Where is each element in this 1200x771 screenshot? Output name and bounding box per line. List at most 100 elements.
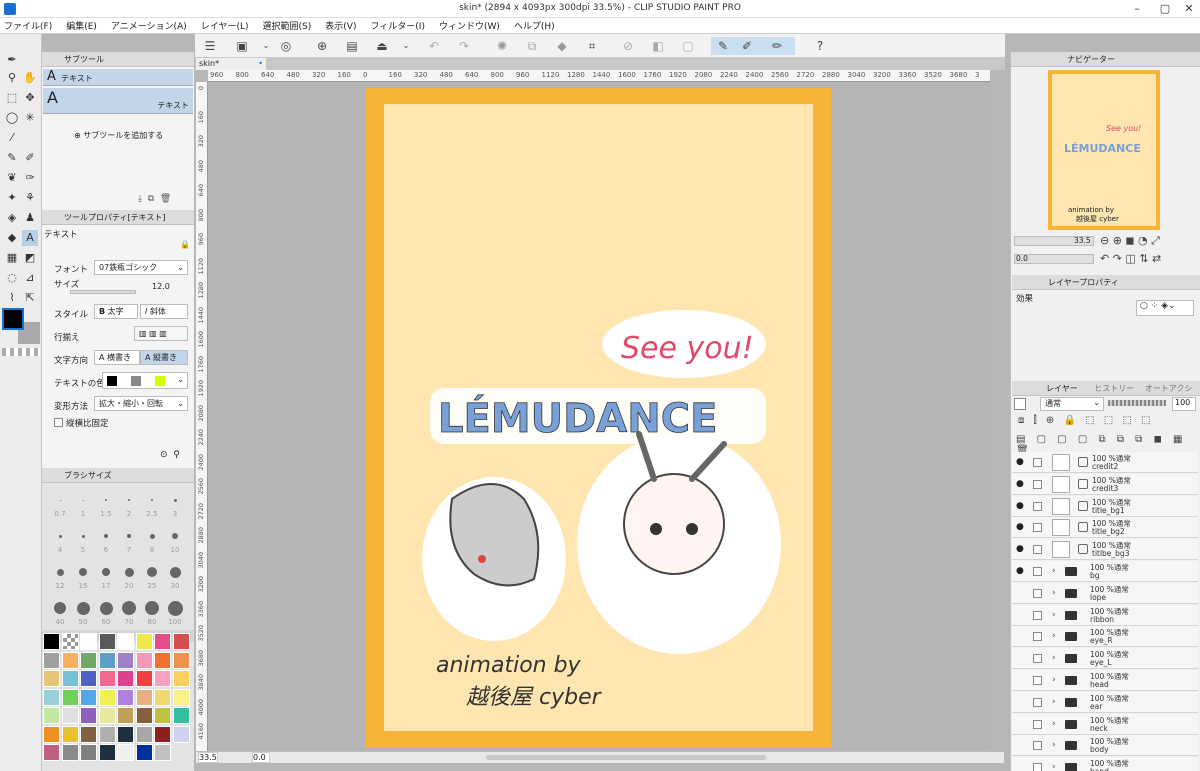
selection-border-icon[interactable]: ▢ [679,37,697,55]
eye-icon[interactable] [1016,719,1026,729]
vertical-text-button[interactable]: A 縦書き [140,350,188,365]
menu-file[interactable]: ファイル(F) [4,19,52,32]
align-buttons[interactable]: ▥ ▥ ▥ [134,326,188,341]
color-swatch[interactable] [61,633,79,650]
lasso-tool-icon[interactable]: ◯ [4,110,20,126]
eye-icon[interactable]: ● [1016,544,1026,554]
figure-tool-icon[interactable]: ◌ [4,270,20,286]
layer-checkbox[interactable] [1033,479,1042,489]
layer-checkbox[interactable] [1033,697,1042,707]
font-select[interactable]: 07鉄瓶ゴシック ⌄ [94,260,188,275]
chevron-down-icon[interactable]: ⌄ [257,37,275,55]
italic-button[interactable]: I 斜体 [140,304,188,319]
transform-select[interactable]: 拡大・縮小・回転 ⌄ [94,396,188,411]
color-swatch[interactable] [61,725,79,743]
eye-icon[interactable] [1016,697,1026,707]
airbrush-icon[interactable]: ❦ [4,170,20,186]
color-swatch[interactable] [98,651,116,669]
brush-size-dot[interactable] [82,499,84,501]
layer-lock-icons[interactable]: ⧈ ⫿ ⊕ 🔒 ⬚ ⬚ ⬚ ⬚ [1018,415,1153,426]
brush-size-dot[interactable] [79,568,87,576]
fill-icon[interactable]: ◆ [553,37,571,55]
minimize-icon[interactable]: – [1130,2,1144,16]
brush-size-dot[interactable] [173,498,177,502]
balloon-tool-icon[interactable]: ⌇ [4,290,20,306]
transform-icon[interactable]: ⌗ [583,37,601,55]
color-swatch[interactable] [135,725,153,743]
layer-checkbox[interactable] [1033,523,1042,533]
brush-size-dot[interactable] [145,601,159,615]
eye-icon[interactable]: ● [1016,501,1026,511]
size-value[interactable]: 12.0 [152,282,170,291]
layer-checkbox[interactable] [1033,676,1042,685]
color-swatch[interactable] [80,688,97,706]
blend-mode-select[interactable]: 通常 ⌄ [1040,397,1104,411]
layer-row[interactable]: › 100 %通常 ear [1012,691,1198,713]
pencil-icon[interactable]: ✎ [4,150,20,166]
color-swatch[interactable] [117,633,134,650]
canvas-icon[interactable]: ▣ [233,37,251,55]
color-swatch[interactable] [98,707,116,724]
eye-icon[interactable] [1016,675,1026,685]
menu-selection[interactable]: 選択範囲(S) [263,19,312,32]
brush-size-dot[interactable] [149,533,155,539]
tab-layer[interactable]: レイヤー [1046,384,1078,393]
layer-row[interactable]: › 100 %通常 eye_L [1012,648,1198,670]
maximize-icon[interactable]: ▢ [1158,2,1172,16]
eye-icon[interactable] [1016,588,1026,598]
opacity-slider[interactable] [1108,400,1166,406]
color-swatch[interactable] [172,651,190,669]
chevron-right-icon[interactable]: › [1052,653,1056,663]
color-swatch[interactable] [154,651,171,669]
stabilizer-line-icon[interactable]: ✏ [759,37,795,55]
menu-icon[interactable]: ☰ [201,37,219,55]
menu-animation[interactable]: アニメーション(A) [111,19,187,32]
move-tool-icon[interactable]: ✥ [22,90,38,106]
color-swatch[interactable] [98,633,116,650]
color-swatch[interactable] [117,707,134,724]
color-swatch[interactable] [98,688,116,706]
lock-icon[interactable]: 🔒 [180,240,190,249]
navigator-preview[interactable]: See you! LÉMUDANCE animation by 越後屋 cybe… [1052,74,1156,226]
color-swatch[interactable] [135,688,153,706]
color-swatch[interactable] [98,744,116,761]
canvas-tab[interactable]: skin* • [196,58,266,70]
layer-row[interactable]: › 100 %通常 head [1012,670,1198,691]
pen-tool-icon[interactable]: ✒ [4,52,20,68]
ruler-tool-icon[interactable]: ⊿ [22,270,38,286]
color-swatch[interactable] [80,670,97,687]
horizontal-scrollbar[interactable] [486,755,766,760]
menu-layer[interactable]: レイヤー(L) [201,19,249,32]
brush-size-dot[interactable] [58,534,62,538]
opacity-field[interactable]: 100 [1172,397,1196,411]
eye-icon[interactable] [1016,740,1026,750]
spinner-icon[interactable]: ✺ [493,37,511,55]
layer-row[interactable]: ● 100 %通常 titlbe_bg3 [1012,539,1198,561]
color-swatch[interactable] [172,725,190,743]
brush-size-dot[interactable] [102,568,110,576]
color-swatch[interactable] [172,688,190,706]
brush-size-dot[interactable] [167,600,183,616]
gradient-icon[interactable]: ◩ [22,250,38,266]
brush-size-dot[interactable] [81,534,85,538]
layer-row[interactable]: ● › 100 %通常 bg [1012,561,1198,582]
chevron-right-icon[interactable]: › [1052,675,1056,685]
layer-row[interactable]: › 100 %通常 eye_R [1012,626,1198,648]
color-swatch[interactable] [135,670,153,687]
layer-color-swatch[interactable] [1014,398,1026,410]
chevron-right-icon[interactable]: › [1052,697,1056,707]
layer-row[interactable]: › 100 %通常 body [1012,735,1198,757]
deselect-icon[interactable]: ⊘ [619,37,637,55]
brush-size-dot[interactable] [122,601,136,615]
layer-row[interactable]: › 100 %通常 neck [1012,713,1198,735]
hand-tool-icon[interactable]: ✋ [22,70,38,86]
brush-icon[interactable]: ✐ [22,150,38,166]
color-swatch[interactable] [61,688,79,706]
color-swatch[interactable] [172,707,190,724]
export-icon[interactable]: ⏏ [373,37,391,55]
transparent-color-swatch[interactable] [2,348,40,356]
eye-icon[interactable] [1016,653,1026,663]
navigator-zoom-icons[interactable]: ⊖ ⊕ ◼ ◔ ⤢ [1100,234,1160,248]
menu-help[interactable]: ヘルプ(H) [514,19,555,32]
brush-size-dot[interactable] [76,601,90,615]
